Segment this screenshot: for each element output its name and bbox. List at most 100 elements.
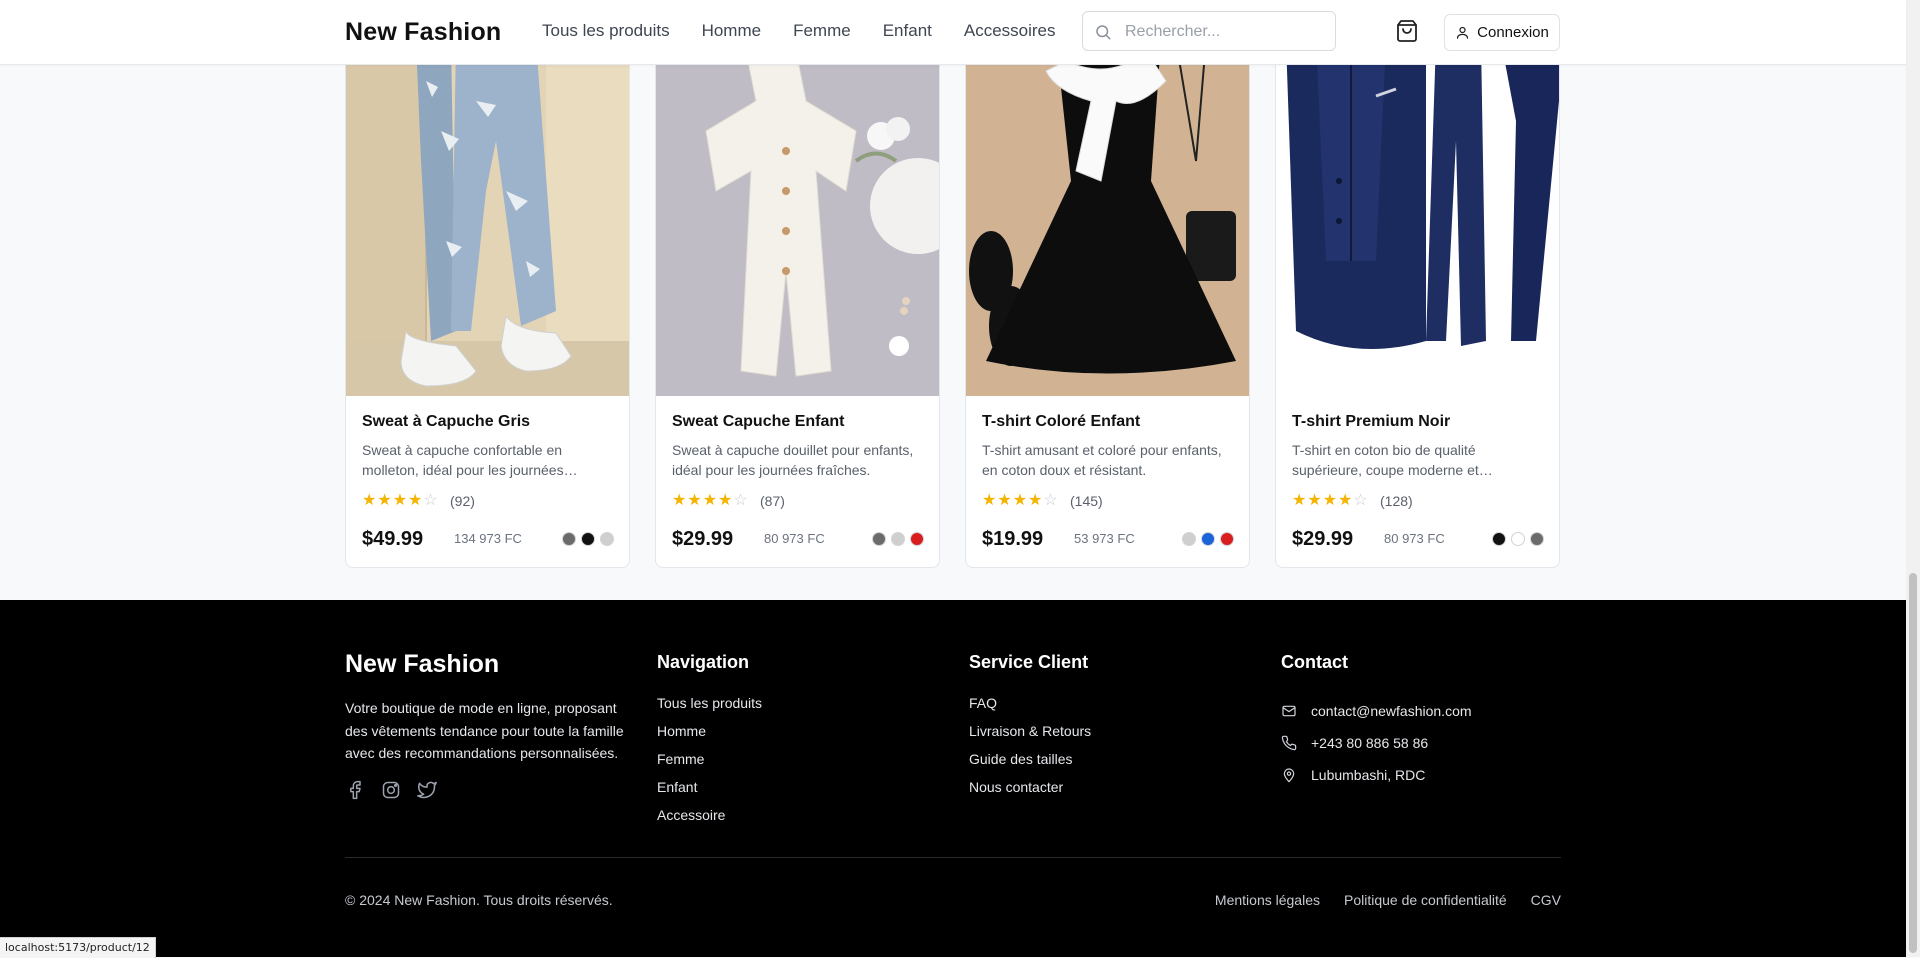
contact-email[interactable]: contact@newfashion.com [1311,703,1472,719]
legal-link-cgv[interactable]: CGV [1531,892,1561,908]
star-icon: ★ [982,492,997,509]
search-icon [1096,25,1111,40]
nav-enfant[interactable]: Enfant [883,21,932,41]
footer-contact: Contact contact@newfashion.com +243 80 8… [1281,652,1472,791]
login-label: Connexion [1477,24,1549,41]
star-icon: ★ [1322,492,1338,509]
color-swatches [562,532,614,546]
product-title[interactable]: T-shirt Coloré Enfant [982,413,1140,431]
product-price-fc: 80 973 FC [764,531,825,546]
nav-femme[interactable]: Femme [793,21,851,41]
star-icon: ★ [702,492,718,509]
product-image-black-dress[interactable] [966,41,1249,396]
footer-divider [345,857,1561,858]
footer-link-shipping[interactable]: Livraison & Retours [969,723,1091,751]
star-icon: ★ [1307,492,1322,509]
footer-link-accessoire[interactable]: Accessoire [657,807,762,835]
page-scrollbar[interactable] [1906,0,1920,957]
product-card[interactable]: Sweat Capuche Enfant Sweat à capuche dou… [655,40,940,568]
product-description: Sweat à capuche douillet pour enfants, i… [672,442,914,478]
site-logo[interactable]: New Fashion [345,18,501,47]
product-image-knit-romper[interactable] [656,41,939,396]
contact-email-row: contact@newfashion.com [1281,695,1472,727]
rating-stars: ★ ★ ★ ★ ☆ [1292,493,1368,509]
footer-link-size-guide[interactable]: Guide des tailles [969,751,1091,779]
review-count: (87) [760,493,785,509]
color-swatch[interactable] [891,532,905,546]
review-count: (145) [1070,493,1103,509]
nav-accessoires[interactable]: Accessoires [964,21,1056,41]
footer-link-all-products[interactable]: Tous les produits [657,695,762,723]
color-swatch[interactable] [1201,532,1215,546]
color-swatch[interactable] [910,532,924,546]
footer-navigation-title: Navigation [657,652,750,672]
search-box[interactable] [1082,11,1336,51]
map-pin-icon [1283,768,1295,783]
footer-link-faq[interactable]: FAQ [969,695,1091,723]
product-image-jeans[interactable] [346,41,629,396]
footer-link-femme[interactable]: Femme [657,751,762,779]
product-card[interactable]: Sweat à Capuche Gris Sweat à capuche con… [345,40,630,568]
color-swatch[interactable] [581,532,595,546]
site-header: New Fashion Tous les produits Homme Femm… [0,0,1906,65]
star-icon: ★ [1012,492,1028,509]
mail-icon [1282,705,1296,717]
contact-phone[interactable]: +243 80 886 58 86 [1311,735,1428,751]
instagram-icon[interactable] [381,780,401,800]
star-icon: ★ [362,492,377,509]
footer-link-homme[interactable]: Homme [657,723,762,751]
contact-phone-row: +243 80 886 58 86 [1281,727,1472,759]
color-swatch[interactable] [562,532,576,546]
legal-link-mentions[interactable]: Mentions légales [1215,892,1320,908]
product-image-navy-suit[interactable] [1276,41,1559,396]
product-title[interactable]: Sweat Capuche Enfant [672,413,844,431]
rating-stars: ★ ★ ★ ★ ☆ [672,493,748,509]
footer-link-enfant[interactable]: Enfant [657,779,762,807]
star-icon: ★ [1292,492,1307,509]
site-footer: New Fashion Votre boutique de mode en li… [0,600,1906,957]
star-empty-icon: ☆ [733,492,748,509]
color-swatches [1492,532,1544,546]
star-icon: ★ [408,492,423,509]
color-swatch[interactable] [1182,532,1196,546]
product-card[interactable]: T-shirt Premium Noir T-shirt en coton bi… [1275,40,1560,568]
footer-contact-title: Contact [1281,652,1348,672]
star-icon: ★ [672,492,687,509]
login-button[interactable]: Connexion [1444,14,1560,51]
color-swatch[interactable] [1530,532,1544,546]
facebook-icon[interactable] [345,780,365,800]
star-icon: ★ [1028,492,1043,509]
product-description: T-shirt amusant et coloré pour enfants, … [982,442,1222,478]
color-swatch[interactable] [1511,532,1525,546]
color-swatch[interactable] [1492,532,1506,546]
color-swatch[interactable] [1220,532,1234,546]
footer-link-contact[interactable]: Nous contacter [969,779,1091,807]
footer-service-title: Service Client [969,652,1089,672]
contact-address: Lubumbashi, RDC [1311,767,1426,783]
main-nav: Tous les produits Homme Femme Enfant Acc… [542,21,1056,41]
product-description: Sweat à capuche confortable en molleton,… [362,442,564,478]
rating-stars: ★ ★ ★ ★ ☆ [362,493,438,509]
color-swatch[interactable] [872,532,886,546]
star-icon: ★ [377,492,392,509]
search-input[interactable] [1123,20,1327,44]
product-title[interactable]: Sweat à Capuche Gris [362,413,530,431]
cart-icon[interactable] [1395,19,1419,43]
product-card[interactable]: T-shirt Coloré Enfant T-shirt amusant et… [965,40,1250,568]
nav-all-products[interactable]: Tous les produits [542,21,670,41]
twitter-icon[interactable] [417,780,437,800]
product-price-fc: 134 973 FC [454,531,522,546]
product-title[interactable]: T-shirt Premium Noir [1292,413,1450,431]
color-swatch[interactable] [600,532,614,546]
star-icon: ★ [392,492,408,509]
product-price-fc: 80 973 FC [1384,531,1445,546]
nav-homme[interactable]: Homme [702,21,762,41]
star-icon: ★ [718,492,733,509]
star-icon: ★ [1338,492,1353,509]
scrollbar-thumb[interactable] [1909,573,1917,953]
legal-links: Mentions légales Politique de confidenti… [1215,892,1561,908]
user-icon [1457,26,1469,39]
legal-link-privacy[interactable]: Politique de confidentialité [1344,892,1507,908]
copyright: © 2024 New Fashion. Tous droits réservés… [345,892,613,908]
star-empty-icon: ☆ [423,492,438,509]
